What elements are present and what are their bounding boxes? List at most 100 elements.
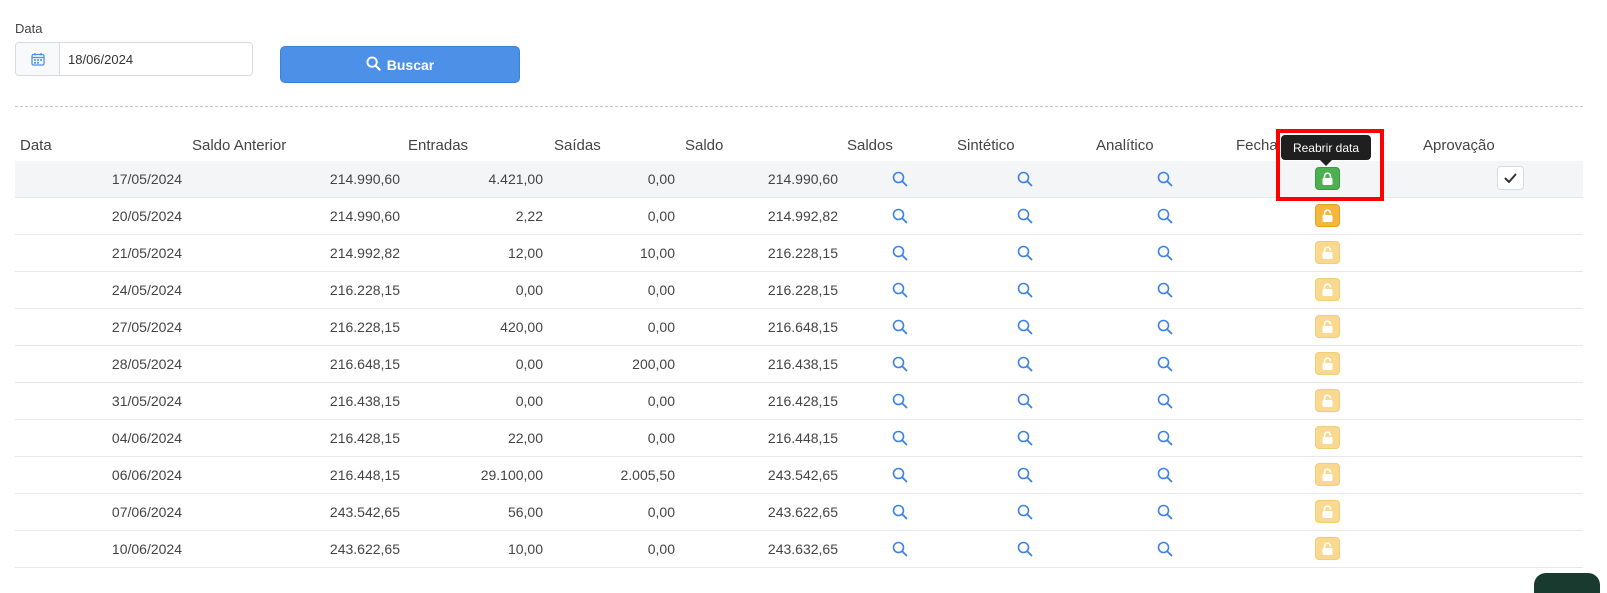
analitico-search-icon[interactable] — [1155, 420, 1175, 456]
saldos-search-icon[interactable] — [890, 161, 910, 197]
calendar-icon[interactable] — [16, 43, 60, 75]
saldos-search-icon[interactable] — [890, 309, 910, 345]
sintetico-search-icon[interactable] — [1015, 383, 1035, 419]
cell-saldo: 243.622,65 — [767, 504, 838, 520]
sintetico-search-icon[interactable] — [1015, 272, 1035, 308]
date-input[interactable] — [60, 43, 252, 75]
cell-saldo-anterior: 243.622,65 — [329, 541, 400, 557]
saldos-search-icon[interactable] — [890, 420, 910, 456]
cell-data: 10/06/2024 — [111, 541, 182, 557]
analitico-search-icon[interactable] — [1155, 235, 1175, 271]
analitico-search-icon[interactable] — [1155, 272, 1175, 308]
saldos-search-icon[interactable] — [890, 198, 910, 234]
cell-data: 24/05/2024 — [111, 282, 182, 298]
analitico-search-icon[interactable] — [1155, 346, 1175, 382]
lock-open-icon — [1315, 537, 1340, 560]
cell-data: 28/05/2024 — [111, 356, 182, 372]
cell-saldo-anterior: 214.992,82 — [329, 245, 400, 261]
sintetico-search-icon[interactable] — [1015, 235, 1035, 271]
analitico-search-icon[interactable] — [1155, 531, 1175, 567]
cell-saidas: 0,00 — [647, 393, 675, 409]
cell-data: 17/05/2024 — [111, 171, 182, 187]
cell-entradas: 4.421,00 — [488, 171, 544, 187]
lock-open-icon — [1315, 426, 1340, 449]
cell-saldo: 243.542,65 — [767, 467, 838, 483]
lock-open-icon — [1315, 463, 1340, 486]
analitico-search-icon[interactable] — [1155, 309, 1175, 345]
saldos-search-icon[interactable] — [890, 272, 910, 308]
table-row: 24/05/2024 216.228,15 0,00 0,00 216.228,15 — [15, 272, 1583, 309]
table-row: 27/05/2024 216.228,15 420,00 0,00 216.648,15 — [15, 309, 1583, 346]
approve-check-button[interactable] — [1497, 166, 1524, 190]
analitico-search-icon[interactable] — [1155, 457, 1175, 493]
cell-data: 20/05/2024 — [111, 208, 182, 224]
cell-saldo-anterior: 216.228,15 — [329, 282, 400, 298]
sintetico-search-icon[interactable] — [1015, 457, 1035, 493]
header-analitico: Analítico — [1096, 137, 1154, 154]
cell-saldo-anterior: 216.428,15 — [329, 430, 400, 446]
cell-saldo-anterior: 214.990,60 — [329, 171, 400, 187]
table-row: 07/06/2024 243.542,65 56,00 0,00 243.622,65 — [15, 494, 1583, 531]
saldos-search-icon[interactable] — [890, 531, 910, 567]
cell-entradas: 2,22 — [515, 208, 543, 224]
cell-entradas: 0,00 — [515, 282, 543, 298]
cell-data: 07/06/2024 — [111, 504, 182, 520]
saldos-search-icon[interactable] — [890, 235, 910, 271]
search-icon — [366, 55, 381, 74]
lock-open-icon — [1315, 352, 1340, 375]
cell-saldo: 216.428,15 — [767, 393, 838, 409]
cell-entradas: 0,00 — [515, 356, 543, 372]
cell-saidas: 0,00 — [647, 504, 675, 520]
cell-saidas: 200,00 — [632, 356, 675, 372]
cell-data: 06/06/2024 — [111, 467, 182, 483]
lock-open-icon — [1315, 278, 1340, 301]
cell-saidas: 0,00 — [647, 282, 675, 298]
cell-data: 21/05/2024 — [111, 245, 182, 261]
saldos-search-icon[interactable] — [890, 494, 910, 530]
lock-closed-icon[interactable] — [1315, 167, 1340, 190]
sintetico-search-icon[interactable] — [1015, 494, 1035, 530]
saldos-search-icon[interactable] — [890, 383, 910, 419]
chat-widget-button[interactable] — [1534, 573, 1600, 593]
sintetico-search-icon[interactable] — [1015, 420, 1035, 456]
lock-open-icon[interactable] — [1315, 204, 1340, 227]
cell-saldo: 216.228,15 — [767, 245, 838, 261]
table-row: 06/06/2024 216.448,15 29.100,00 2.005,50 243… — [15, 457, 1583, 494]
sintetico-search-icon[interactable] — [1015, 346, 1035, 382]
analitico-search-icon[interactable] — [1155, 383, 1175, 419]
sintetico-search-icon[interactable] — [1015, 309, 1035, 345]
cell-entradas: 29.100,00 — [480, 467, 543, 483]
saldos-search-icon[interactable] — [890, 457, 910, 493]
table-row: 10/06/2024 243.622,65 10,00 0,00 243.632,65 — [15, 531, 1583, 568]
cell-saidas: 10,00 — [639, 245, 675, 261]
cell-saidas: 0,00 — [647, 319, 675, 335]
header-saldos: Saldos — [847, 137, 893, 154]
sintetico-search-icon[interactable] — [1015, 531, 1035, 567]
cell-saidas: 0,00 — [647, 171, 675, 187]
cell-data: 31/05/2024 — [111, 393, 182, 409]
header-saldo-anterior: Saldo Anterior — [192, 137, 287, 154]
filter-divider — [15, 106, 1583, 107]
cell-saidas: 0,00 — [647, 208, 675, 224]
sintetico-search-icon[interactable] — [1015, 198, 1035, 234]
table-row: 28/05/2024 216.648,15 0,00 200,00 216.438,15 — [15, 346, 1583, 383]
header-fechamento: Fecha — [1236, 137, 1278, 154]
cell-entradas: 10,00 — [507, 541, 543, 557]
table-body: 17/05/2024 214.990,60 4.421,00 0,00 214.990,… — [15, 161, 1583, 568]
cell-saldo: 214.992,82 — [767, 208, 838, 224]
saldos-search-icon[interactable] — [890, 346, 910, 382]
analitico-search-icon[interactable] — [1155, 161, 1175, 197]
date-picker[interactable] — [15, 42, 253, 76]
lock-open-icon — [1315, 389, 1340, 412]
cell-saldo-anterior: 216.648,15 — [329, 356, 400, 372]
reopen-date-tooltip: Reabrir data — [1281, 135, 1371, 160]
sintetico-search-icon[interactable] — [1015, 161, 1035, 197]
cell-saldo-anterior: 216.228,15 — [329, 319, 400, 335]
cell-saldo-anterior: 216.448,15 — [329, 467, 400, 483]
lock-open-icon — [1315, 315, 1340, 338]
analitico-search-icon[interactable] — [1155, 198, 1175, 234]
cell-saldo: 243.632,65 — [767, 541, 838, 557]
analitico-search-icon[interactable] — [1155, 494, 1175, 530]
cell-data: 27/05/2024 — [111, 319, 182, 335]
search-button[interactable]: Buscar — [280, 46, 520, 83]
